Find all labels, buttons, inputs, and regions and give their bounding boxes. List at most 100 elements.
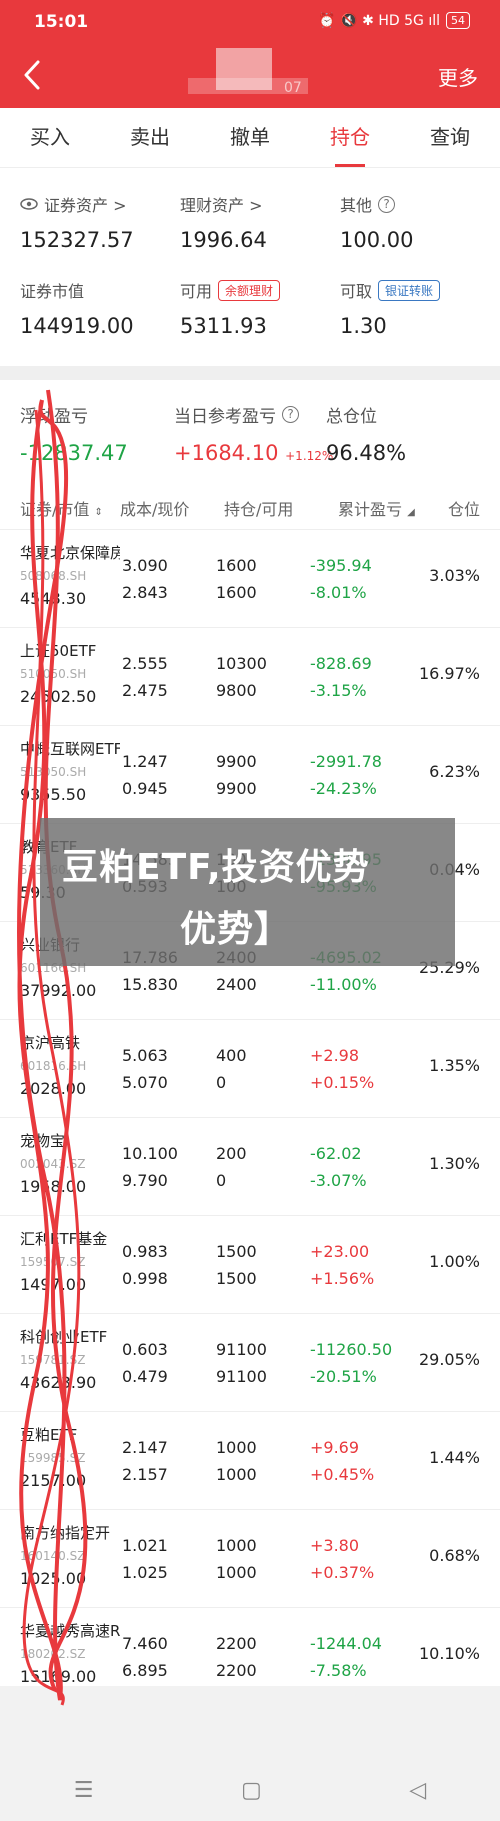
system-nav-bar: ☰ ▢ ◁ <box>0 1760 500 1821</box>
quantity-cell: 9900 9900 <box>216 748 257 802</box>
withdrawable-label-wrap: 可取 银证转账 <box>340 278 441 302</box>
col-ratio-header: 仓位 <box>447 500 480 519</box>
market-value: 1497.00 <box>20 1275 87 1294</box>
holding-name-cell: 宠物宝 002043.SZ 1958.00 <box>20 1130 120 1196</box>
withdrawable-value: 1.30 <box>340 314 387 338</box>
tab-buy[interactable]: 买入 <box>0 108 100 167</box>
available-label-wrap: 可用 余额理财 <box>180 278 281 302</box>
pnl-amount: -11260.50 <box>310 1340 393 1359</box>
position-ratio: 10.10% <box>418 1644 480 1663</box>
holding-row[interactable]: 中概互联网ETF 513050.SH 9355.50 1.247 0.945 9900 99… <box>0 726 500 824</box>
quantity-cell: 1000 1000 <box>216 1434 257 1488</box>
quantity-cell: 1000 1000 <box>216 1532 257 1586</box>
position-ratio: 6.23% <box>429 762 480 781</box>
divider <box>0 366 500 380</box>
pnl-cell: -828.69 -3.15% <box>310 650 372 704</box>
market-value: 9355.50 <box>20 785 87 804</box>
menu-icon[interactable]: ☰ <box>74 1778 94 1803</box>
col-name-header[interactable]: 证券/市值 ⇕ <box>20 496 103 520</box>
security-name: 华夏越秀高速REIT <box>20 1622 120 1640</box>
pnl-amount: +2.98 <box>310 1046 360 1065</box>
security-code: 180202.SZ <box>20 1647 86 1661</box>
pnl-percent: +0.15% <box>310 1073 375 1092</box>
pnl-cell: -11260.50 -20.51% <box>310 1336 392 1390</box>
floating-pnl-label: 浮动盈亏 <box>20 407 88 427</box>
available-qty: 2200 <box>216 1661 257 1680</box>
available-qty: 91100 <box>216 1367 267 1386</box>
holding-row[interactable]: 科创创业ETF 159781.SZ 43623.90 0.603 0.479 91100 9… <box>0 1314 500 1412</box>
pnl-amount: -1244.04 <box>310 1634 382 1653</box>
wealth-assets[interactable]: 理财资产 > 1996.64 <box>180 192 267 252</box>
more-button[interactable]: 更多 <box>438 62 478 91</box>
current-price: 2.157 <box>122 1465 168 1484</box>
holding-name-cell: 汇利ETF基金 159507.SZ 1497.00 <box>20 1228 120 1294</box>
position-ratio: 1.00% <box>429 1252 480 1271</box>
pnl-cell: +23.00 +1.56% <box>310 1238 374 1292</box>
tab-positions[interactable]: 持仓 <box>300 108 400 167</box>
current-price: 2.843 <box>122 583 168 602</box>
security-code: 159781.SZ <box>20 1353 86 1367</box>
watermark-banner: 豆粕ETF,投资优势 优势】 <box>40 818 455 966</box>
holding-row[interactable]: 京沪高铁 601816.SH 2028.00 5.063 5.070 400 0 +2.98 +… <box>0 1020 500 1118</box>
watermark-line-1: 豆粕ETF,投资优势 <box>62 847 370 888</box>
home-icon[interactable]: ▢ <box>241 1778 262 1803</box>
help-icon[interactable]: ? <box>378 195 396 213</box>
market-value: 1958.00 <box>20 1177 87 1196</box>
quantity-cell: 400 0 <box>216 1042 247 1096</box>
market-value: 1025.00 <box>20 1569 87 1588</box>
security-code: 002043.SZ <box>20 1157 86 1171</box>
market-value: 15169.00 <box>20 1667 97 1686</box>
security-code: 160140.SZ <box>20 1549 86 1563</box>
back-button[interactable] <box>18 58 46 92</box>
other-assets-label-wrap: 其他 ? <box>340 192 413 216</box>
status-icons-glyphs: ⏰ 🔇 ✱ HD 5G ıll <box>318 12 440 29</box>
pnl-percent: -3.07% <box>310 1171 367 1190</box>
pnl-percent: -7.58% <box>310 1661 367 1680</box>
pnl-cell: +2.98 +0.15% <box>310 1042 374 1096</box>
position-ratio: 16.97% <box>418 664 480 683</box>
total-position-label: 总仓位 <box>326 407 377 427</box>
quantity-cell: 1500 1500 <box>216 1238 257 1292</box>
pnl-percent: +1.56% <box>310 1269 375 1288</box>
securities-assets[interactable]: 证券资产 > 152327.57 <box>20 192 134 252</box>
status-time: 15:01 <box>34 12 89 32</box>
holding-row[interactable]: 豆粕ETF 159985.SZ 2157.00 2.147 2.157 1000 1000 +… <box>0 1412 500 1510</box>
pnl-cell: +9.69 +0.45% <box>310 1434 374 1488</box>
position-ratio: 1.30% <box>429 1154 480 1173</box>
bank-transfer-button[interactable]: 银证转账 <box>378 279 441 301</box>
market-value: 37992.00 <box>20 981 97 1000</box>
holding-qty: 200 <box>216 1144 247 1163</box>
holding-qty: 1000 <box>216 1536 257 1555</box>
available-qty: 0 <box>216 1073 227 1092</box>
holding-row[interactable]: 宠物宝 002043.SZ 1958.00 10.100 9.790 200 0 -62.02… <box>0 1118 500 1216</box>
cost-price-cell: 7.460 6.895 <box>122 1630 168 1684</box>
col-pnl-header[interactable]: 累计盈亏 ◢ <box>338 496 415 520</box>
back-nav-icon[interactable]: ◁ <box>409 1778 426 1803</box>
daily-pnl-value-wrap: +1684.10 +1.12% <box>174 441 333 465</box>
holding-qty: 9900 <box>216 752 257 771</box>
floating-pnl: 浮动盈亏 -12837.47 <box>20 402 128 465</box>
cost-price-cell: 1.247 0.945 <box>122 748 168 802</box>
eye-icon[interactable] <box>20 195 38 214</box>
pnl-percent: -11.00% <box>310 975 377 994</box>
tab-sell[interactable]: 卖出 <box>100 108 200 167</box>
balance-wealth-button[interactable]: 余额理财 <box>218 279 281 301</box>
cost-price-cell: 2.147 2.157 <box>122 1434 168 1488</box>
holding-row[interactable]: 华夏北京保障房 508068.SH 4548.30 3.090 2.843 1600 160… <box>0 530 500 628</box>
available-qty: 1500 <box>216 1269 257 1288</box>
current-price: 1.025 <box>122 1563 168 1582</box>
holding-row[interactable]: 汇利ETF基金 159507.SZ 1497.00 0.983 0.998 1500 150… <box>0 1216 500 1314</box>
current-price: 0.998 <box>122 1269 168 1288</box>
security-code: 513050.SH <box>20 765 87 779</box>
holding-row[interactable]: 上证50ETF 510050.SH 24502.50 2.555 2.475 10300 9… <box>0 628 500 726</box>
holding-qty: 1500 <box>216 1242 257 1261</box>
cost-price-cell: 2.555 2.475 <box>122 650 168 704</box>
pnl-amount: -828.69 <box>310 654 372 673</box>
cost-price: 7.460 <box>122 1634 168 1653</box>
cost-price-cell: 5.063 5.070 <box>122 1042 168 1096</box>
available-qty: 9900 <box>216 779 257 798</box>
tab-cancel[interactable]: 撤单 <box>200 108 300 167</box>
help-icon[interactable]: ? <box>282 406 299 423</box>
tab-query[interactable]: 查询 <box>400 108 500 167</box>
holding-row[interactable]: 南方纳指定开 160140.SZ 1025.00 1.021 1.025 1000 1000… <box>0 1510 500 1608</box>
